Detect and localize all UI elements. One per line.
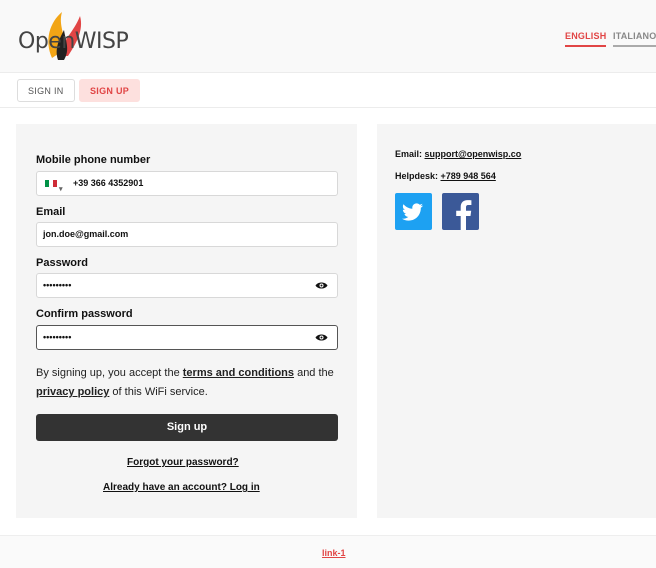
login-link[interactable]: Already have an account? Log in bbox=[103, 482, 260, 493]
contact-column bbox=[376, 124, 656, 518]
auth-tabs: SIGN IN SIGN UP bbox=[0, 72, 656, 108]
logo-text: OpenWISP bbox=[18, 29, 129, 54]
phone-label: Mobile phone number bbox=[36, 154, 151, 166]
confirm-password-value: ••••••••• bbox=[43, 332, 72, 342]
tab-sign-up[interactable]: SIGN UP bbox=[79, 79, 141, 102]
password-field[interactable]: ••••••••• bbox=[36, 273, 338, 298]
twitter-bird-icon bbox=[402, 203, 423, 221]
helpdesk: Helpdesk: +789 948 564 bbox=[395, 171, 496, 181]
helpdesk-link[interactable]: +789 948 564 bbox=[441, 171, 496, 181]
column-divider bbox=[357, 124, 377, 518]
terms-suffix: of this WiFi service. bbox=[109, 386, 208, 398]
italy-flag-icon[interactable] bbox=[45, 180, 57, 187]
password-value: ••••••••• bbox=[43, 280, 72, 290]
chevron-down-icon[interactable]: ▾ bbox=[59, 178, 63, 201]
terms-text: By signing up, you accept the terms and … bbox=[36, 364, 341, 402]
support-email-label: Email: bbox=[395, 149, 425, 159]
terms-mid: and the bbox=[294, 367, 334, 379]
confirm-password-field[interactable]: ••••••••• bbox=[36, 325, 338, 350]
header: OpenWISP ENGLISH ITALIANO bbox=[0, 0, 656, 72]
lang-italiano[interactable]: ITALIANO bbox=[613, 31, 656, 47]
support-email-link[interactable]: support@openwisp.co bbox=[425, 149, 522, 159]
phone-value: +39 366 4352901 bbox=[73, 178, 144, 188]
email-label: Email bbox=[36, 206, 66, 218]
show-password-eye-icon[interactable] bbox=[315, 281, 328, 290]
facebook-f-icon bbox=[456, 200, 472, 230]
openwisp-logo[interactable]: OpenWISP bbox=[14, 10, 129, 62]
support-email: Email: support@openwisp.co bbox=[395, 149, 521, 159]
privacy-policy-link[interactable]: privacy policy bbox=[36, 386, 109, 398]
sign-up-button[interactable]: Sign up bbox=[36, 414, 338, 441]
phone-field[interactable]: ▾ +39 366 4352901 bbox=[36, 171, 338, 196]
tab-sign-in[interactable]: SIGN IN bbox=[17, 79, 75, 102]
password-label: Password bbox=[36, 257, 88, 269]
lang-english[interactable]: ENGLISH bbox=[565, 31, 607, 47]
twitter-icon[interactable] bbox=[395, 193, 432, 230]
facebook-icon[interactable] bbox=[442, 193, 479, 230]
helpdesk-label: Helpdesk: bbox=[395, 171, 441, 181]
footer: link-1 bbox=[0, 535, 656, 568]
forgot-password-link[interactable]: Forgot your password? bbox=[127, 457, 239, 468]
email-field[interactable]: jon.doe@gmail.com bbox=[36, 222, 338, 247]
show-confirm-password-eye-icon[interactable] bbox=[315, 333, 328, 342]
terms-prefix: By signing up, you accept the bbox=[36, 367, 183, 379]
terms-link[interactable]: terms and conditions bbox=[183, 367, 294, 379]
confirm-password-label: Confirm password bbox=[36, 308, 133, 320]
footer-link[interactable]: link-1 bbox=[322, 548, 346, 558]
